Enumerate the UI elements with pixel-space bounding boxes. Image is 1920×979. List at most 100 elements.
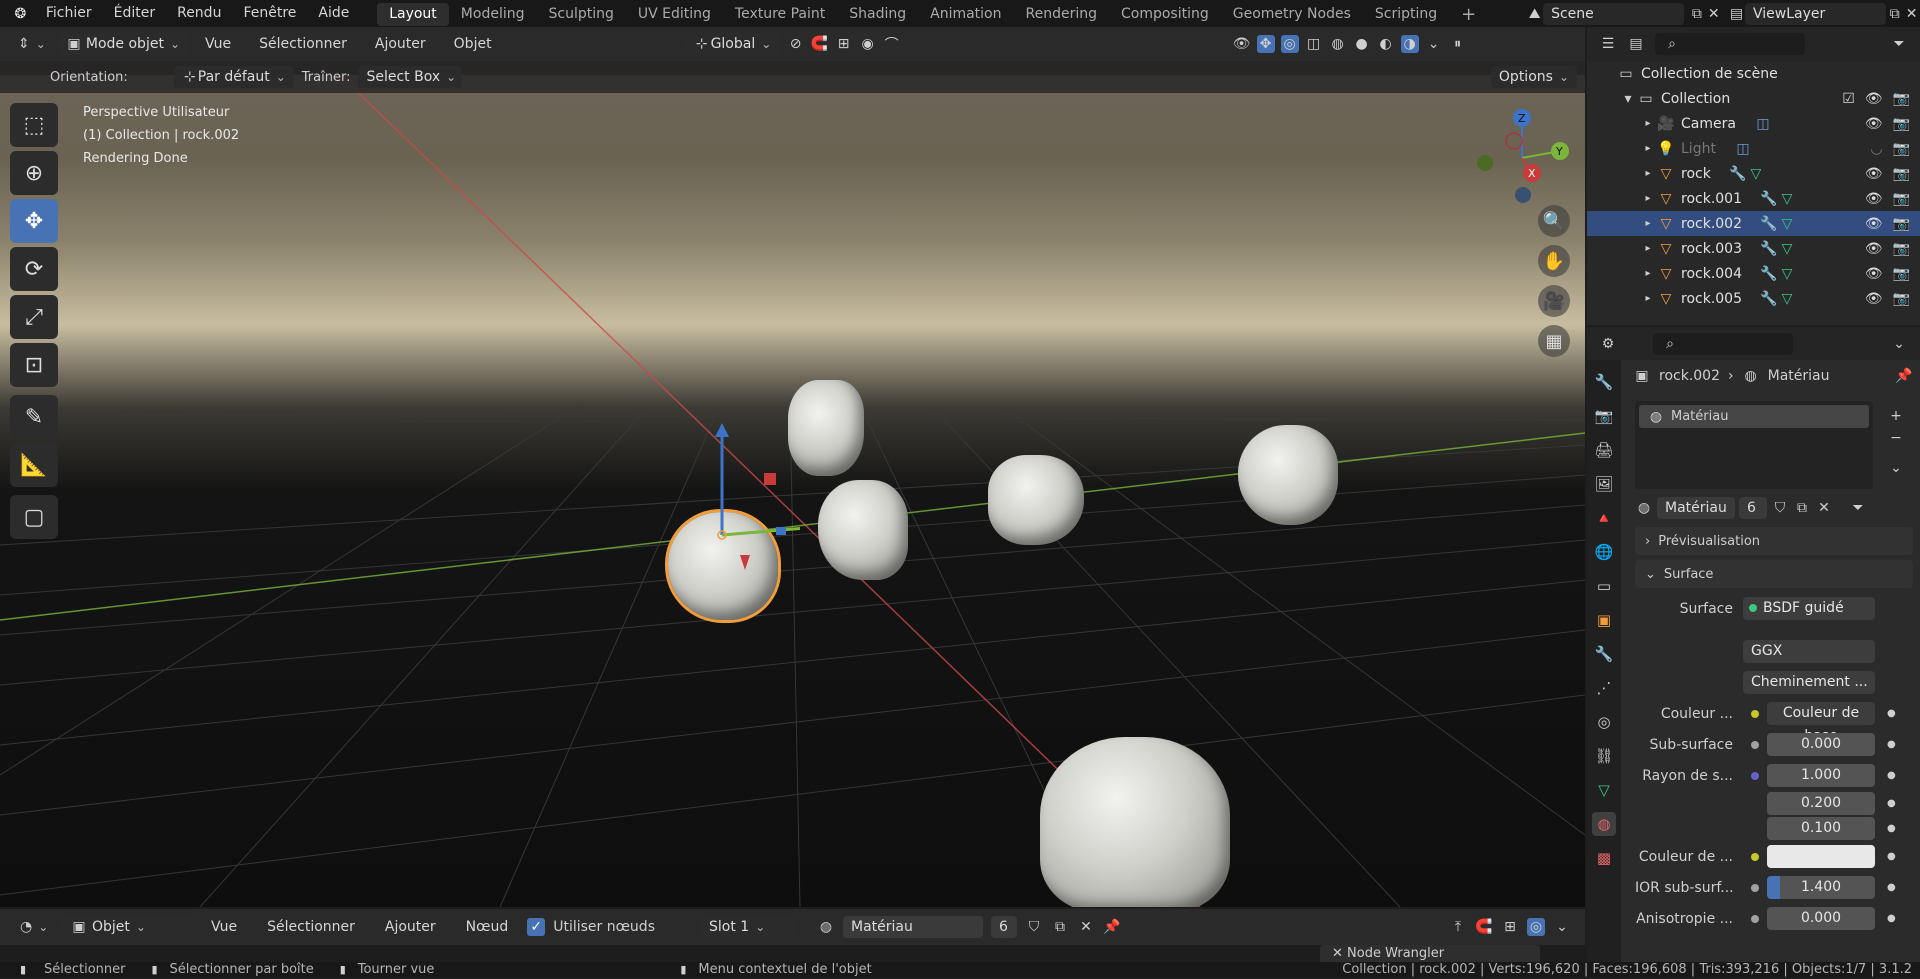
socket-dot-icon[interactable]: [1751, 740, 1759, 749]
material-browse-icon[interactable]: ◍: [817, 918, 835, 936]
rock-004-object[interactable]: [1238, 425, 1338, 525]
node-overlay-icon[interactable]: ◎: [1527, 918, 1545, 936]
socket-dot-icon[interactable]: [1751, 852, 1759, 861]
tab-uv-editing[interactable]: UV Editing: [626, 3, 723, 26]
menu-rendu[interactable]: Rendu: [166, 0, 232, 27]
shader-input-field[interactable]: Couleur de base: [1767, 702, 1875, 744]
menu-editer[interactable]: Éditer: [103, 0, 166, 27]
socket-dot-icon[interactable]: [1751, 709, 1759, 718]
properties-editor-icon[interactable]: ⚙: [1599, 335, 1617, 353]
eye-icon[interactable]: 👁: [1865, 91, 1883, 107]
slot-dropdown[interactable]: Slot 1: [701, 916, 797, 938]
duplicate-material-icon[interactable]: ⧉: [1051, 918, 1069, 936]
camera-render-icon[interactable]: 📷: [1893, 291, 1910, 307]
material-shading-icon[interactable]: ◐: [1377, 35, 1395, 53]
tool-tab-icon[interactable]: 🔧: [1592, 370, 1616, 394]
properties-search-input[interactable]: ⌕: [1653, 332, 1793, 355]
modifier-wrench-icon[interactable]: 🔧: [1760, 290, 1778, 308]
texture-tab-icon[interactable]: ▩: [1592, 846, 1616, 870]
add-workspace-button[interactable]: +: [1449, 3, 1488, 26]
eye-icon[interactable]: 👁: [1865, 166, 1883, 182]
pivot-icon[interactable]: ⊘: [787, 35, 805, 53]
node-link-icon[interactable]: ⏷: [1849, 499, 1867, 517]
pin-icon[interactable]: 📌: [1895, 367, 1913, 385]
expand-arrow-icon[interactable]: ▸: [1639, 265, 1657, 283]
transform-gizmo[interactable]: [660, 415, 800, 585]
camera-render-icon[interactable]: 📷: [1893, 216, 1910, 232]
mesh-data-icon[interactable]: ▽: [1778, 190, 1796, 208]
material-tab-icon[interactable]: ◍: [1592, 812, 1616, 836]
mesh-data-icon[interactable]: ▽: [1747, 165, 1765, 183]
new-viewlayer-icon[interactable]: ⧉: [1886, 5, 1903, 23]
collection-tab-icon[interactable]: ▭: [1592, 574, 1616, 598]
tab-modeling[interactable]: Modeling: [449, 3, 537, 26]
measure-tool-icon[interactable]: 📐: [10, 443, 58, 487]
menu-aide[interactable]: Aide: [307, 0, 360, 27]
snap-icon[interactable]: 🧲: [811, 35, 829, 53]
tab-texture-paint[interactable]: Texture Paint: [723, 3, 837, 26]
filter-icon[interactable]: ⏷: [1890, 35, 1908, 53]
unlink-material-icon[interactable]: ✕: [1815, 499, 1833, 517]
add-slot-icon[interactable]: +: [1887, 407, 1905, 425]
expand-arrow-icon[interactable]: ▸: [1639, 190, 1657, 208]
keyframe-dot-icon[interactable]: ●: [1887, 798, 1896, 809]
rock-001-object[interactable]: [818, 480, 908, 580]
slot-menu-icon[interactable]: ⌄: [1887, 459, 1905, 477]
outliner-item-rock-001[interactable]: ▸ ▽ rock.001 🔧 ▽ 👁 📷: [1587, 186, 1920, 211]
expand-arrow-icon[interactable]: ▾: [1619, 90, 1637, 108]
viewlayer-icon[interactable]: ▤: [1728, 5, 1745, 23]
visibility-icon[interactable]: 👁: [1233, 35, 1251, 53]
camera-render-icon[interactable]: 📷: [1893, 166, 1910, 182]
snap-target-icon[interactable]: ⊞: [835, 35, 853, 53]
scene-selector[interactable]: Scene: [1543, 2, 1685, 25]
camera-render-icon[interactable]: 📷: [1893, 191, 1910, 207]
surface-panel-header[interactable]: ⌄ Surface: [1635, 560, 1913, 588]
eye-icon[interactable]: ◡: [1870, 141, 1882, 157]
tab-animation[interactable]: Animation: [918, 3, 1013, 26]
node-material-users[interactable]: 6: [991, 916, 1017, 938]
shader-input-field[interactable]: 1.000: [1767, 764, 1875, 787]
use-nodes-checkbox[interactable]: ✓: [527, 918, 546, 936]
checkbox-icon[interactable]: ☑: [1842, 91, 1855, 107]
pan-hand-icon[interactable]: ✋: [1538, 245, 1570, 277]
ortho-grid-icon[interactable]: ▦: [1538, 325, 1570, 357]
object-tab-icon[interactable]: ▣: [1592, 608, 1616, 632]
modifier-wrench-icon[interactable]: 🔧: [1760, 240, 1778, 258]
viewlayer-selector[interactable]: ViewLayer: [1744, 2, 1887, 25]
solid-shading-icon[interactable]: ●: [1353, 35, 1371, 53]
mode-selector[interactable]: ▣ Mode objet: [58, 33, 188, 55]
outliner-item-rock-004[interactable]: ▸ ▽ rock.004 🔧 ▽ 👁 📷: [1587, 261, 1920, 286]
tab-compositing[interactable]: Compositing: [1109, 3, 1221, 26]
3d-viewport[interactable]: Perspective Utilisateur (1) Collection |…: [0, 75, 1585, 907]
subsurface-method-dropdown[interactable]: Cheminement ...: [1743, 671, 1875, 694]
menu-fenetre[interactable]: Fenêtre: [232, 0, 307, 27]
camera-render-icon[interactable]: 📷: [1893, 91, 1910, 107]
modifier-wrench-icon[interactable]: 🔧: [1760, 215, 1778, 233]
camera-render-icon[interactable]: 📷: [1893, 116, 1910, 132]
modifier-wrench-icon[interactable]: 🔧: [1760, 265, 1778, 283]
material-users-count[interactable]: 6: [1739, 497, 1767, 519]
camera-view-icon[interactable]: 🎥: [1538, 285, 1570, 317]
node-menu-selectionner[interactable]: Sélectionner: [256, 914, 366, 941]
physics-tab-icon[interactable]: ◎: [1592, 710, 1616, 734]
expand-arrow-icon[interactable]: ▸: [1639, 165, 1657, 183]
menu-selectionner[interactable]: Sélectionner: [248, 31, 358, 58]
tab-rendering[interactable]: Rendering: [1014, 3, 1110, 26]
render-tab-icon[interactable]: 📷: [1592, 404, 1616, 428]
eye-icon[interactable]: 👁: [1865, 216, 1883, 232]
node-menu-vue[interactable]: Vue: [200, 914, 248, 941]
remove-slot-icon[interactable]: −: [1887, 429, 1905, 447]
mesh-data-icon[interactable]: ▽: [1778, 265, 1796, 283]
data-tab-icon[interactable]: ▽: [1592, 778, 1616, 802]
world-tab-icon[interactable]: 🌐: [1592, 540, 1616, 564]
pause-render-icon[interactable]: ⏸: [1449, 35, 1467, 53]
move-tool-icon[interactable]: ✥: [10, 199, 58, 243]
node-snap-icon[interactable]: 🧲: [1475, 918, 1493, 936]
keyframe-dot-icon[interactable]: ●: [1887, 882, 1896, 893]
socket-dot-icon[interactable]: [1751, 914, 1759, 923]
node-editor-canvas[interactable]: ✕ Node Wrangler: [0, 945, 1585, 962]
proportional-edit-icon[interactable]: ◉: [859, 35, 877, 53]
modifier-wrench-icon[interactable]: 🔧: [1760, 190, 1778, 208]
expand-arrow-icon[interactable]: ▸: [1639, 215, 1657, 233]
constraints-tab-icon[interactable]: ⛓: [1592, 744, 1616, 768]
